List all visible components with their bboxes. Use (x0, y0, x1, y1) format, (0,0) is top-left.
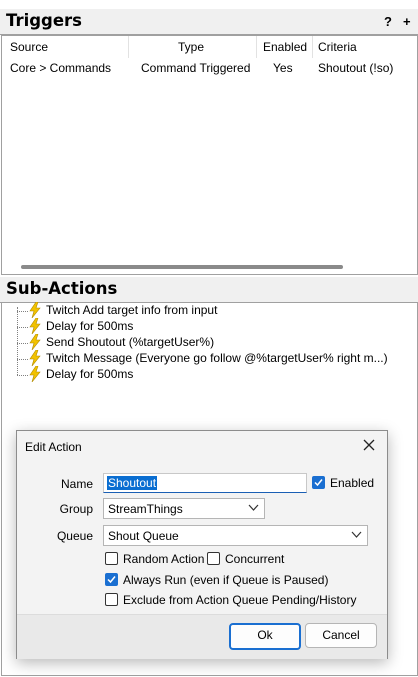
triggers-header: Triggers ? + (0, 9, 418, 35)
sub-action-item[interactable]: Send Shoutout (%targetUser%) (28, 334, 408, 351)
concurrent-label: Concurrent (225, 552, 285, 566)
lightning-icon (29, 334, 41, 350)
tree-connector (17, 375, 28, 376)
random-action-checkbox[interactable] (105, 552, 118, 565)
cancel-button[interactable]: Cancel (305, 623, 377, 648)
checkmark-icon (314, 479, 323, 487)
column-header-criteria[interactable]: Criteria (318, 40, 357, 54)
edit-action-dialog: Edit Action Name Shoutout Enabled Group … (16, 430, 388, 659)
sub-action-item[interactable]: Delay for 500ms (28, 366, 408, 383)
tree-connector (17, 359, 28, 360)
sub-action-label: Delay for 500ms (46, 367, 134, 381)
concurrent-checkbox[interactable] (207, 552, 220, 565)
random-action-label: Random Action (123, 552, 205, 566)
triggers-table-header: Source Type Enabled Criteria (2, 36, 417, 58)
lightning-icon (29, 350, 41, 366)
sub-actions-title: Sub-Actions (6, 279, 118, 298)
sub-action-item[interactable]: Twitch Add target info from input (28, 302, 408, 319)
triggers-table[interactable]: Source Type Enabled Criteria Core > Comm… (1, 35, 418, 275)
trigger-enabled: Yes (273, 61, 293, 75)
sub-action-label: Send Shoutout (%targetUser%) (46, 335, 215, 349)
exclude-history-label: Exclude from Action Queue Pending/Histor… (123, 593, 357, 607)
close-icon[interactable] (359, 435, 379, 455)
queue-select[interactable]: Shout Queue (103, 525, 368, 546)
column-separator[interactable] (312, 36, 313, 58)
name-label: Name (60, 477, 93, 491)
sub-action-label: Twitch Message (Everyone go follow @%tar… (46, 351, 388, 365)
tree-connector (17, 343, 28, 344)
sub-action-label: Twitch Add target info from input (46, 303, 218, 317)
trigger-source: Core > Commands (10, 61, 112, 75)
table-row[interactable]: Core > Commands Command Triggered Yes Sh… (2, 59, 417, 77)
group-select-value: StreamThings (108, 502, 183, 516)
sub-action-label: Delay for 500ms (46, 319, 134, 333)
group-select[interactable]: StreamThings (103, 498, 265, 519)
group-label: Group (59, 502, 93, 516)
tree-connector (17, 307, 18, 375)
column-header-type[interactable]: Type (178, 40, 204, 54)
exclude-history-checkbox[interactable] (105, 593, 118, 606)
sub-action-item[interactable]: Twitch Message (Everyone go follow @%tar… (28, 350, 408, 367)
help-button[interactable]: ? (384, 14, 392, 29)
horizontal-scrollbar[interactable] (21, 265, 343, 269)
column-header-enabled[interactable]: Enabled (263, 40, 307, 54)
column-header-source[interactable]: Source (10, 40, 48, 54)
queue-label: Queue (56, 529, 93, 543)
name-input-value: Shoutout (107, 476, 158, 490)
enabled-label: Enabled (330, 476, 375, 490)
lightning-icon (29, 366, 41, 382)
triggers-title: Triggers (6, 11, 83, 30)
queue-select-value: Shout Queue (108, 529, 179, 543)
chevron-down-icon (248, 504, 259, 511)
column-separator[interactable] (128, 36, 129, 58)
name-input[interactable]: Shoutout (103, 473, 307, 493)
tree-connector (17, 327, 28, 328)
sub-actions-header: Sub-Actions (0, 277, 418, 303)
checkmark-icon (107, 576, 116, 584)
ok-button[interactable]: Ok (229, 623, 301, 650)
trigger-type: Command Triggered (141, 61, 251, 75)
lightning-icon (29, 302, 41, 318)
sub-action-item[interactable]: Delay for 500ms (28, 318, 408, 335)
add-trigger-button[interactable]: + (403, 14, 411, 29)
trigger-criteria: Shoutout (!so) (318, 61, 394, 75)
chevron-down-icon (351, 531, 362, 538)
always-run-label: Always Run (even if Queue is Paused) (123, 573, 329, 587)
dialog-title: Edit Action (25, 440, 82, 454)
always-run-checkbox[interactable] (105, 573, 118, 586)
tree-connector (17, 311, 28, 312)
enabled-checkbox[interactable] (312, 476, 325, 489)
column-separator[interactable] (256, 36, 257, 58)
lightning-icon (29, 318, 41, 334)
